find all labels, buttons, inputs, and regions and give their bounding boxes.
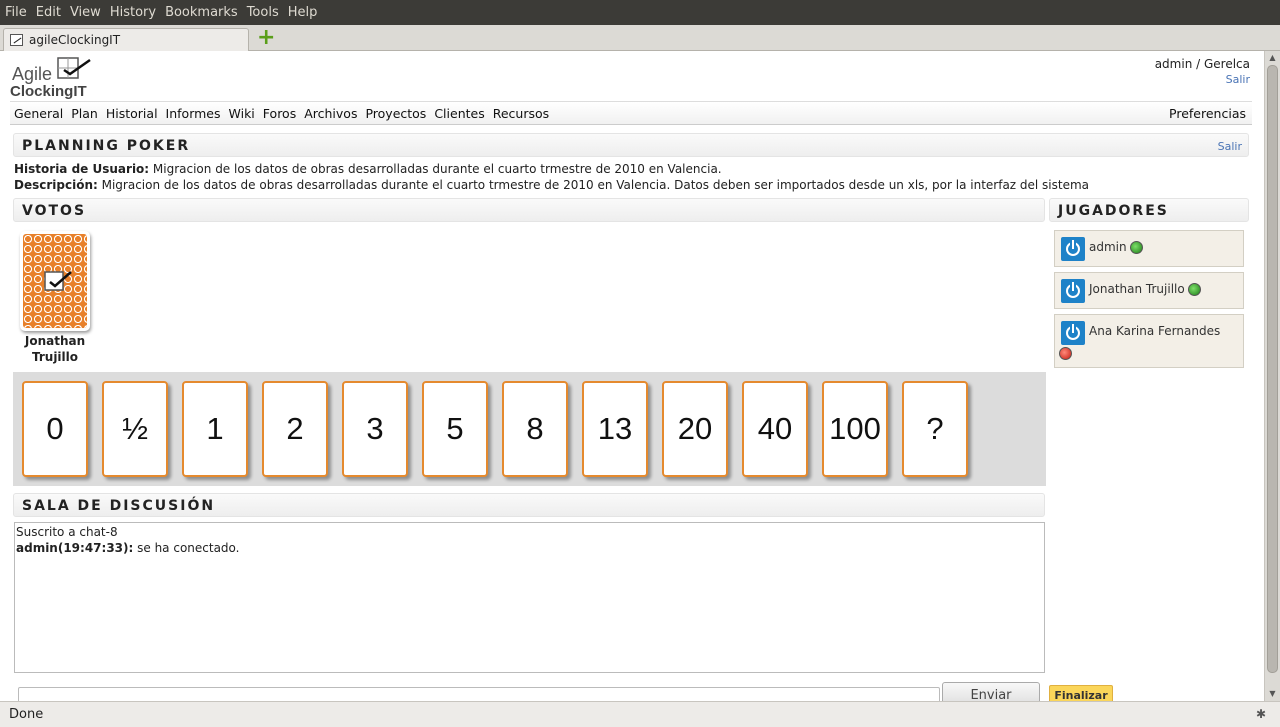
user-name: admin / Gerelca [1154,57,1250,71]
poker-card-unknown[interactable]: ? [902,381,968,477]
scroll-thumb[interactable] [1267,65,1278,673]
player-name-text: Jonathan Trujillo [1089,282,1185,296]
nav-informes[interactable]: Informes [166,106,221,121]
menu-help[interactable]: Help [288,5,318,20]
story-row: Historia de Usuario: Migracion de los da… [14,161,1089,177]
page-title: PLANNING POKER [22,138,191,154]
nav-historial[interactable]: Historial [106,106,158,121]
vote-player-first: Jonathan [24,334,86,348]
player-name-text: admin [1089,240,1127,254]
player-name: Jonathan Trujillo [1089,282,1201,296]
status-text: Done [9,707,44,722]
nav-clientes[interactable]: Clientes [434,106,484,121]
logo-mark-icon [57,57,91,79]
page-content: Agile ClockingIT admin / Gerelca Salir G… [0,51,1264,701]
card-back-pattern [23,234,87,328]
players-header: JUGADORES [1049,198,1249,222]
menu-view[interactable]: View [70,5,101,20]
scroll-down-icon[interactable]: ▼ [1267,688,1278,700]
logout-link[interactable]: Salir [1155,73,1250,86]
card-deck: 0 ½ 1 2 3 5 8 13 20 40 100 ? [13,372,1046,486]
finish-button[interactable]: Finalizar [1049,685,1113,701]
players-title: JUGADORES [1058,203,1169,219]
vertical-scrollbar[interactable]: ▲ ▼ [1264,51,1280,701]
chat-user: admin(19:47:33): [16,541,134,555]
status-online-icon [1129,241,1143,254]
nav-proyectos[interactable]: Proyectos [365,106,426,121]
player-name: admin [1089,240,1143,254]
firebug-icon[interactable]: ✱ [1256,707,1270,721]
nav-archivos[interactable]: Archivos [304,106,357,121]
power-icon [1061,279,1085,303]
description-label: Descripción: [14,178,98,192]
favicon-icon [10,34,23,46]
menu-history[interactable]: History [110,5,156,20]
story-label: Historia de Usuario: [14,162,150,176]
description-row: Descripción: Migracion de los datos de o… [14,177,1089,193]
send-button[interactable]: Enviar [942,682,1040,701]
player-item: Ana Karina Fernandes [1054,314,1244,368]
poker-card-0[interactable]: 0 [22,381,88,477]
chat-line: admin(19:47:33): se ha conectado. [16,540,1043,556]
poker-card-2[interactable]: 2 [262,381,328,477]
poker-card-40[interactable]: 40 [742,381,808,477]
vote-player-last: Trujillo [31,350,79,364]
player-name: Ana Karina Fernandes [1089,324,1221,338]
chat-line: Suscrito a chat-8 [16,525,118,539]
nav-wiki[interactable]: Wiki [229,106,255,121]
power-icon [1061,237,1085,261]
menu-file[interactable]: File [5,5,27,20]
new-tab-icon[interactable]: + [257,27,275,49]
chat-message: se ha conectado. [133,541,240,555]
player-item: admin [1054,230,1244,267]
description-text: Migracion de los datos de obras desarrol… [97,178,1090,192]
card-logo-icon [44,271,72,291]
app-logo[interactable]: Agile ClockingIT [10,56,100,102]
menu-edit[interactable]: Edit [36,5,61,20]
poker-card-20[interactable]: 20 [662,381,728,477]
browser-tab[interactable]: agileClockingIT [3,28,249,51]
menu-tools[interactable]: Tools [247,5,279,20]
logo-line1: Agile [12,64,53,84]
story-info: Historia de Usuario: Migracion de los da… [14,161,1089,193]
chat-input[interactable] [18,687,940,701]
chat-log: Suscrito a chat-8 admin(19:47:33): se ha… [14,522,1045,673]
nav-preferencias[interactable]: Preferencias [1169,106,1246,121]
main-nav: General Plan Historial Informes Wiki For… [10,101,1252,125]
tab-title: agileClockingIT [29,33,121,47]
scroll-up-icon[interactable]: ▲ [1267,52,1278,64]
menu-bookmarks[interactable]: Bookmarks [165,5,238,20]
status-online-icon [1187,283,1201,296]
poker-card-1[interactable]: 1 [182,381,248,477]
poker-card-8[interactable]: 8 [502,381,568,477]
poker-card-100[interactable]: 100 [822,381,888,477]
nav-foros[interactable]: Foros [263,106,296,121]
menu-bar: File Edit View History Bookmarks Tools H… [0,0,1280,25]
power-icon [1061,321,1085,345]
vote-player-name: Jonathan Trujillo [15,333,95,365]
exit-planning-link[interactable]: Salir [1218,140,1242,153]
nav-recursos[interactable]: Recursos [493,106,549,121]
status-offline-icon [1059,347,1072,360]
chat-title: SALA DE DISCUSIÓN [22,498,216,514]
nav-general[interactable]: General [14,106,63,121]
status-bar: Done ✱ [0,701,1280,727]
vote-card-back [20,231,90,331]
poker-card-5[interactable]: 5 [422,381,488,477]
votes-header: VOTOS [13,198,1045,222]
poker-card-13[interactable]: 13 [582,381,648,477]
chat-header: SALA DE DISCUSIÓN [13,493,1045,517]
user-info: admin / Gerelca Salir [1155,57,1250,86]
story-text: Migracion de los datos de obras desarrol… [149,162,722,176]
player-item: Jonathan Trujillo [1054,272,1244,309]
poker-card-3[interactable]: 3 [342,381,408,477]
tab-strip: agileClockingIT + [0,25,1280,51]
votes-title: VOTOS [22,203,87,219]
nav-plan[interactable]: Plan [71,106,98,121]
poker-card-half[interactable]: ½ [102,381,168,477]
planning-poker-header: PLANNING POKER Salir [13,133,1249,157]
